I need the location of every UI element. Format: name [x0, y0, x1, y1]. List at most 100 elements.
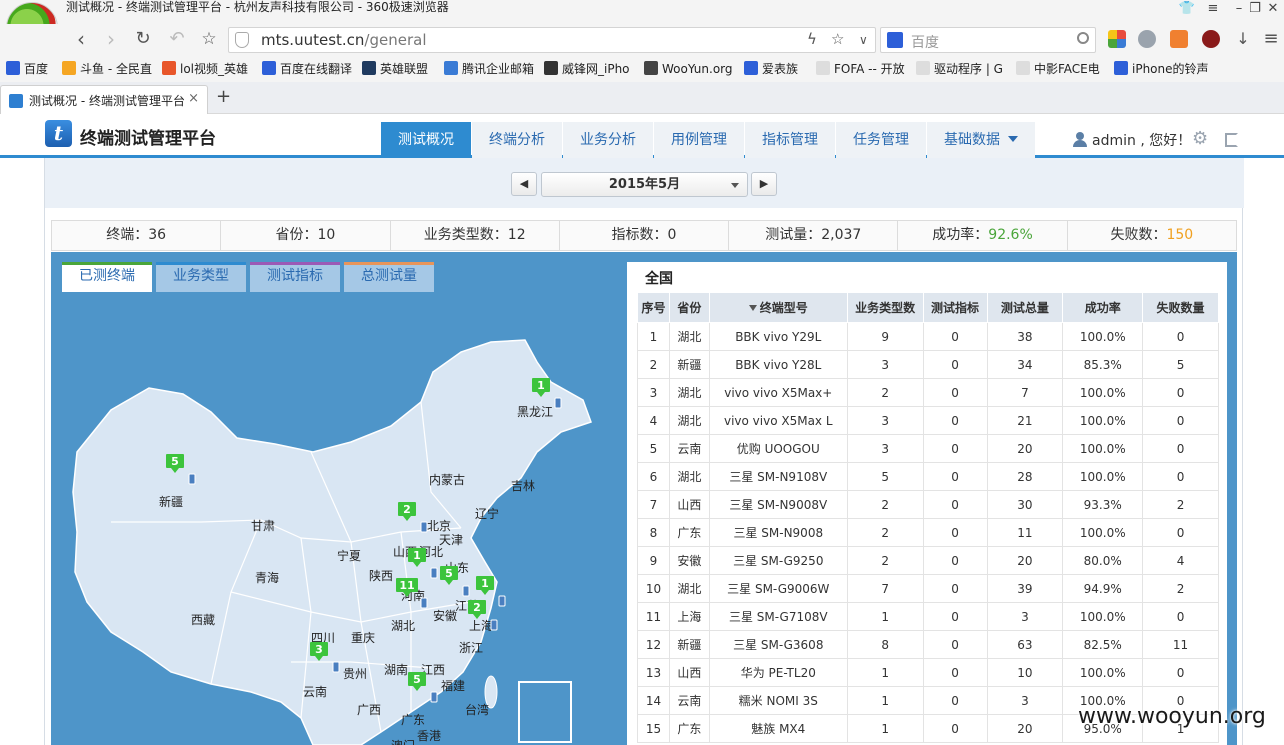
bookmark-item[interactable]: 英雄联盟 [362, 60, 438, 78]
nav-item[interactable]: 指标管理 [745, 122, 835, 158]
table-header-cell[interactable]: 测试总量 [986, 292, 1064, 323]
close-window-button[interactable]: ✕ [1260, 0, 1284, 20]
table-cell: 0 [1142, 518, 1219, 547]
table-row[interactable]: 8 广东 三星 SM-N9008 2 0 11 100.0% 0 [637, 518, 1219, 547]
lightning-icon[interactable]: ϟ [807, 30, 817, 48]
nav-item[interactable]: 基础数据 [927, 122, 1035, 158]
ublock-icon[interactable] [1202, 30, 1220, 48]
bookmark-label: WooYun.org [662, 62, 733, 76]
reload-icon[interactable]: ↻ [130, 28, 156, 52]
favorite-star-icon[interactable]: ☆ [831, 30, 844, 48]
bookmark-label: 百度 [24, 62, 49, 76]
table-row[interactable]: 4 湖北 vivo vivo X5Max L 3 0 21 100.0% 0 [637, 406, 1219, 435]
nav-item[interactable]: 测试概况 [381, 122, 471, 158]
browser-menu-icon[interactable]: ≡ [1258, 28, 1284, 52]
table-cell: 9 [846, 322, 924, 351]
table-row[interactable]: 2 新疆 BBK vivo Y28L 3 0 34 85.3% 5 [637, 350, 1219, 379]
prev-month-button[interactable]: ◀ [511, 172, 537, 196]
next-month-button[interactable]: ▶ [751, 172, 777, 196]
month-select[interactable]: 2015年5月 [541, 172, 748, 197]
address-text[interactable]: mts.uutest.cn/general [261, 31, 427, 49]
close-icon[interactable]: × [188, 91, 199, 106]
table-header-cell[interactable]: 序号 [637, 292, 670, 323]
stat-value: 92.6% [988, 227, 1033, 243]
bookmark-item[interactable]: 百度在线翻译 [262, 60, 356, 78]
table-cell: 安徽 [668, 546, 710, 575]
table-cell: 2 [1142, 490, 1219, 519]
bookmark-item[interactable]: FOFA -- 开放 [816, 60, 910, 78]
bookmark-label: iPhone的铃声 [1132, 62, 1209, 76]
gear-icon[interactable]: ⚙ [1192, 130, 1208, 148]
map-tab[interactable]: 总测试量 [344, 262, 434, 292]
bookmark-star-icon[interactable]: ☆ [196, 28, 222, 52]
table-row[interactable]: 7 山西 三星 SM-N9008V 2 0 30 93.3% 2 [637, 490, 1219, 519]
table-row[interactable]: 12 新疆 三星 SM-G3608 8 0 63 82.5% 11 [637, 630, 1219, 659]
baidu-icon[interactable] [887, 32, 903, 48]
province-label: 澳门 [391, 738, 415, 745]
bookmark-item[interactable]: 斗鱼 - 全民直 [62, 60, 156, 78]
bookmark-item[interactable]: 爱表族 [744, 60, 810, 78]
table-row[interactable]: 5 云南 优购 UOOGOU 3 0 20 100.0% 0 [637, 434, 1219, 463]
province-label: 陕西 [369, 568, 393, 583]
table-row[interactable]: 13 山西 华为 PE-TL20 1 0 10 100.0% 0 [637, 658, 1219, 687]
back-button[interactable]: ‹ [68, 28, 94, 52]
bookmark-item[interactable]: 腾讯企业邮箱 [444, 60, 538, 78]
bookmark-item[interactable]: 中影FACE电 [1016, 60, 1110, 78]
table-cell: BBK vivo Y28L [708, 350, 848, 379]
table-row[interactable]: 6 湖北 三星 SM-N9108V 5 0 28 100.0% 0 [637, 462, 1219, 491]
phone-icon [490, 619, 498, 631]
search-icon[interactable] [1077, 32, 1089, 44]
map-tab[interactable]: 业务类型 [156, 262, 246, 292]
bookmark-item[interactable]: 威锋网_iPho [544, 60, 638, 78]
table-row[interactable]: 1 湖北 BBK vivo Y29L 9 0 38 100.0% 0 [637, 322, 1219, 351]
forward-button[interactable]: › [98, 28, 124, 52]
stat-label: 指标数： [611, 227, 668, 243]
table-header-label: 测试总量 [1000, 301, 1049, 315]
bookmark-item[interactable]: iPhone的铃声 [1114, 60, 1210, 78]
bookmark-item[interactable]: 百度 [6, 60, 56, 78]
menu-icon[interactable]: ≡ [1200, 0, 1226, 20]
nav-item[interactable]: 终端分析 [472, 122, 562, 158]
bookmark-item[interactable]: lol视频_英雄 [162, 60, 256, 78]
undo-icon[interactable]: ↶ [164, 28, 190, 52]
bookmark-item[interactable]: 驱动程序 | G [916, 60, 1010, 78]
address-bar[interactable]: mts.uutest.cn/general ϟ ☆ ∨ [228, 27, 876, 53]
address-dropdown-icon[interactable]: ∨ [859, 33, 868, 47]
globe-icon[interactable] [1138, 30, 1156, 48]
nav-item[interactable]: 任务管理 [836, 122, 926, 158]
sort-desc-icon [748, 305, 757, 311]
table-row[interactable]: 11 上海 三星 SM-G7108V 1 0 3 100.0% 0 [637, 602, 1219, 631]
user-greeting[interactable]: admin , 您好！ [1092, 130, 1191, 150]
map-tab[interactable]: 测试指标 [250, 262, 340, 292]
table-cell: 三星 SM-N9008V [708, 490, 848, 519]
bookmark-item[interactable]: WooYun.org [644, 60, 738, 78]
address-domain: mts.uutest.cn [261, 31, 365, 49]
table-cell: 20 [986, 546, 1064, 575]
china-map[interactable]: 黑龙江新疆内蒙古吉林甘肃北京辽宁天津宁夏山西河北青海陕西山东河南江苏安徽西藏湖北… [51, 292, 611, 745]
new-tab-button[interactable]: + [216, 86, 231, 107]
address-path: /general [364, 31, 427, 49]
table-header-cell[interactable]: 终端型号 [708, 292, 848, 323]
table-header-cell[interactable]: 测试指标 [922, 292, 988, 323]
download-icon[interactable]: ↓ [1230, 28, 1256, 52]
table-header-cell[interactable]: 失败数量 [1142, 292, 1219, 323]
stat-value: 12 [507, 227, 526, 243]
table-header-cell[interactable]: 成功率 [1062, 292, 1144, 323]
table-cell: 湖北 [668, 322, 710, 351]
logout-icon[interactable] [1225, 133, 1238, 147]
table-header-cell[interactable]: 省份 [668, 292, 710, 323]
browser-tab[interactable]: 测试概况 - 终端测试管理平台 × [0, 85, 208, 114]
nav-item[interactable]: 用例管理 [654, 122, 744, 158]
province-label: 云南 [303, 684, 327, 699]
nav-item[interactable]: 业务分析 [563, 122, 653, 158]
table-row[interactable]: 9 安徽 三星 SM-G9250 2 0 20 80.0% 4 [637, 546, 1219, 575]
search-input[interactable]: 百度 [880, 27, 1096, 53]
table-header-cell[interactable]: 业务类型数 [846, 292, 924, 323]
apps-grid-icon[interactable] [1108, 30, 1126, 48]
extension-icon[interactable] [1170, 30, 1188, 48]
table-row[interactable]: 10 湖北 三星 SM-G9006W 7 0 39 94.9% 2 [637, 574, 1219, 603]
map-tab[interactable]: 已测终端 [62, 262, 152, 292]
app-logo-icon[interactable]: t [45, 120, 72, 147]
skin-icon[interactable]: 👕 [1174, 0, 1200, 20]
table-row[interactable]: 3 湖北 vivo vivo X5Max+ 2 0 7 100.0% 0 [637, 378, 1219, 407]
